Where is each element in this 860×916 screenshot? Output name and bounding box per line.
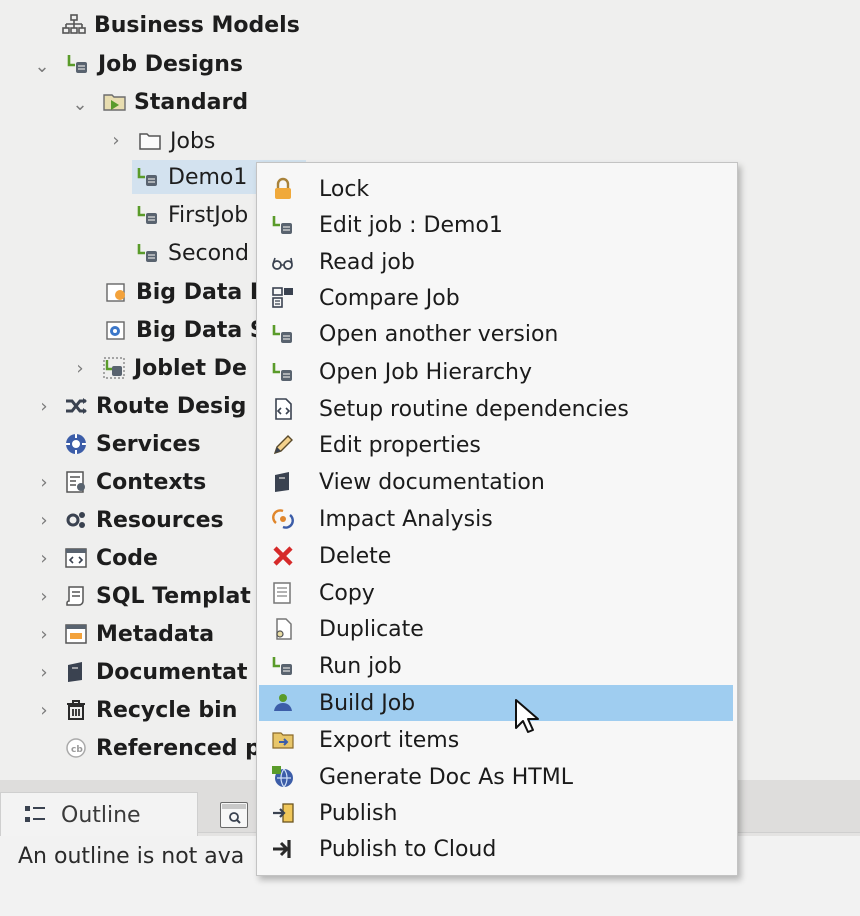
recycle-bin-icon: [64, 698, 88, 722]
tree-item-metadata[interactable]: Metadata: [64, 617, 214, 651]
tree-item-jobs[interactable]: Jobs: [138, 124, 215, 158]
collapsed-chevron-icon[interactable]: ›: [36, 472, 52, 493]
expanded-chevron-icon[interactable]: ⌄: [72, 94, 88, 115]
menu-item-copy[interactable]: Copy: [259, 575, 733, 611]
tree-item-contexts[interactable]: Contexts: [64, 465, 206, 499]
job-icon: [136, 165, 160, 189]
edit-job-icon: [271, 213, 295, 237]
tree-item-standard[interactable]: Standard: [102, 85, 248, 119]
tree-item-documentation[interactable]: Documentat: [64, 655, 247, 689]
resources-icon: [64, 508, 88, 532]
menu-item-lock[interactable]: Lock: [259, 171, 733, 207]
tree-item-referenced-projects[interactable]: cb Referenced p: [64, 731, 261, 765]
duplicate-icon: [271, 617, 295, 641]
collapsed-chevron-icon[interactable]: ›: [36, 586, 52, 607]
standard-folder-icon: [102, 90, 126, 114]
menu-item-publish-to-cloud[interactable]: Publish to Cloud: [259, 831, 733, 867]
menu-item-compare-job[interactable]: Compare Job: [259, 280, 733, 316]
joblet-icon: [102, 356, 126, 380]
compare-icon: [271, 286, 295, 310]
outline-icon: [23, 803, 47, 827]
collapsed-chevron-icon[interactable]: ›: [72, 358, 88, 379]
menu-item-publish[interactable]: Publish: [259, 795, 733, 831]
impact-analysis-icon: [271, 507, 295, 531]
book-icon: [271, 470, 295, 494]
tab-search-icon[interactable]: [220, 802, 248, 828]
generate-doc-icon: [271, 765, 295, 789]
big-data-batch-icon: [104, 280, 128, 304]
job-hierarchy-icon: [271, 360, 295, 384]
sql-template-icon: [64, 584, 88, 608]
tree-item-joblet-designs[interactable]: Joblet De: [102, 351, 247, 385]
collapsed-chevron-icon[interactable]: ›: [36, 662, 52, 683]
referenced-projects-icon: cb: [64, 736, 88, 760]
folder-icon: [138, 129, 162, 153]
documentation-icon: [64, 660, 88, 684]
collapsed-chevron-icon[interactable]: ›: [36, 624, 52, 645]
expanded-chevron-icon[interactable]: ⌄: [34, 56, 50, 77]
collapsed-chevron-icon[interactable]: ›: [108, 130, 124, 151]
job-icon: [136, 241, 160, 265]
menu-item-edit-properties[interactable]: Edit properties: [259, 427, 733, 463]
tree-item-firstjob[interactable]: FirstJob: [136, 198, 248, 232]
menu-item-duplicate[interactable]: Duplicate: [259, 611, 733, 647]
metadata-icon: [64, 622, 88, 646]
publish-icon: [271, 801, 295, 825]
routine-dependencies-icon: [271, 397, 295, 421]
menu-item-run-job[interactable]: Run job: [259, 648, 733, 684]
menu-item-view-documentation[interactable]: View documentation: [259, 464, 733, 500]
collapsed-chevron-icon[interactable]: ›: [36, 510, 52, 531]
tree-item-job-designs[interactable]: Job Designs: [66, 47, 243, 81]
job-icon: [136, 203, 160, 227]
menu-item-export-items[interactable]: Export items: [259, 722, 733, 758]
svg-text:cb: cb: [71, 745, 83, 755]
pencil-icon: [271, 433, 295, 457]
route-icon: [64, 394, 88, 418]
tree-item-resources[interactable]: Resources: [64, 503, 224, 537]
big-data-streaming-icon: [104, 318, 128, 342]
publish-cloud-icon: [271, 837, 295, 861]
menu-item-generate-doc-html[interactable]: Generate Doc As HTML: [259, 759, 733, 795]
job-version-icon: [271, 322, 295, 346]
export-icon: [271, 728, 295, 752]
glasses-icon: [271, 250, 295, 274]
collapsed-chevron-icon[interactable]: ›: [36, 548, 52, 569]
lock-icon: [271, 177, 295, 201]
collapsed-chevron-icon[interactable]: ›: [36, 700, 52, 721]
tree-item-big-data-streaming[interactable]: Big Data S: [104, 313, 266, 347]
tree-item-business-models[interactable]: Business Models: [62, 8, 300, 42]
outline-message: An outline is not ava: [18, 844, 245, 869]
code-icon: [64, 546, 88, 570]
tree-item-big-data-batch[interactable]: Big Data I: [104, 275, 258, 309]
menu-item-delete[interactable]: Delete: [259, 538, 733, 574]
context-menu: Lock Edit job : Demo1 Read job Compare J…: [256, 162, 738, 876]
business-models-icon: [62, 13, 86, 37]
collapsed-chevron-icon[interactable]: ›: [36, 396, 52, 417]
tree-item-route-designs[interactable]: Route Desig: [64, 389, 246, 423]
menu-item-impact-analysis[interactable]: Impact Analysis: [259, 501, 733, 537]
copy-icon: [271, 581, 295, 605]
menu-item-read-job[interactable]: Read job: [259, 244, 733, 280]
menu-item-open-another-version[interactable]: Open another version: [259, 316, 733, 352]
menu-item-open-job-hierarchy[interactable]: Open Job Hierarchy: [259, 354, 733, 390]
mouse-cursor-icon: [514, 698, 542, 736]
tree-item-sql-templates[interactable]: SQL Templat: [64, 579, 251, 613]
menu-item-build-job[interactable]: Build Job: [259, 685, 733, 721]
job-designs-icon: [66, 52, 90, 76]
tree-item-recycle-bin[interactable]: Recycle bin: [64, 693, 237, 727]
contexts-icon: [64, 470, 88, 494]
tab-outline[interactable]: Outline: [0, 792, 198, 837]
menu-item-setup-routine-dependencies[interactable]: Setup routine dependencies: [259, 391, 733, 427]
services-icon: [64, 432, 88, 456]
menu-item-edit-job[interactable]: Edit job : Demo1: [259, 207, 733, 243]
delete-x-icon: [271, 544, 295, 568]
tree-item-services[interactable]: Services: [64, 427, 201, 461]
tree-item-code[interactable]: Code: [64, 541, 158, 575]
build-job-icon: [271, 691, 295, 715]
run-job-icon: [271, 654, 295, 678]
tree-item-second[interactable]: Second: [136, 236, 249, 270]
